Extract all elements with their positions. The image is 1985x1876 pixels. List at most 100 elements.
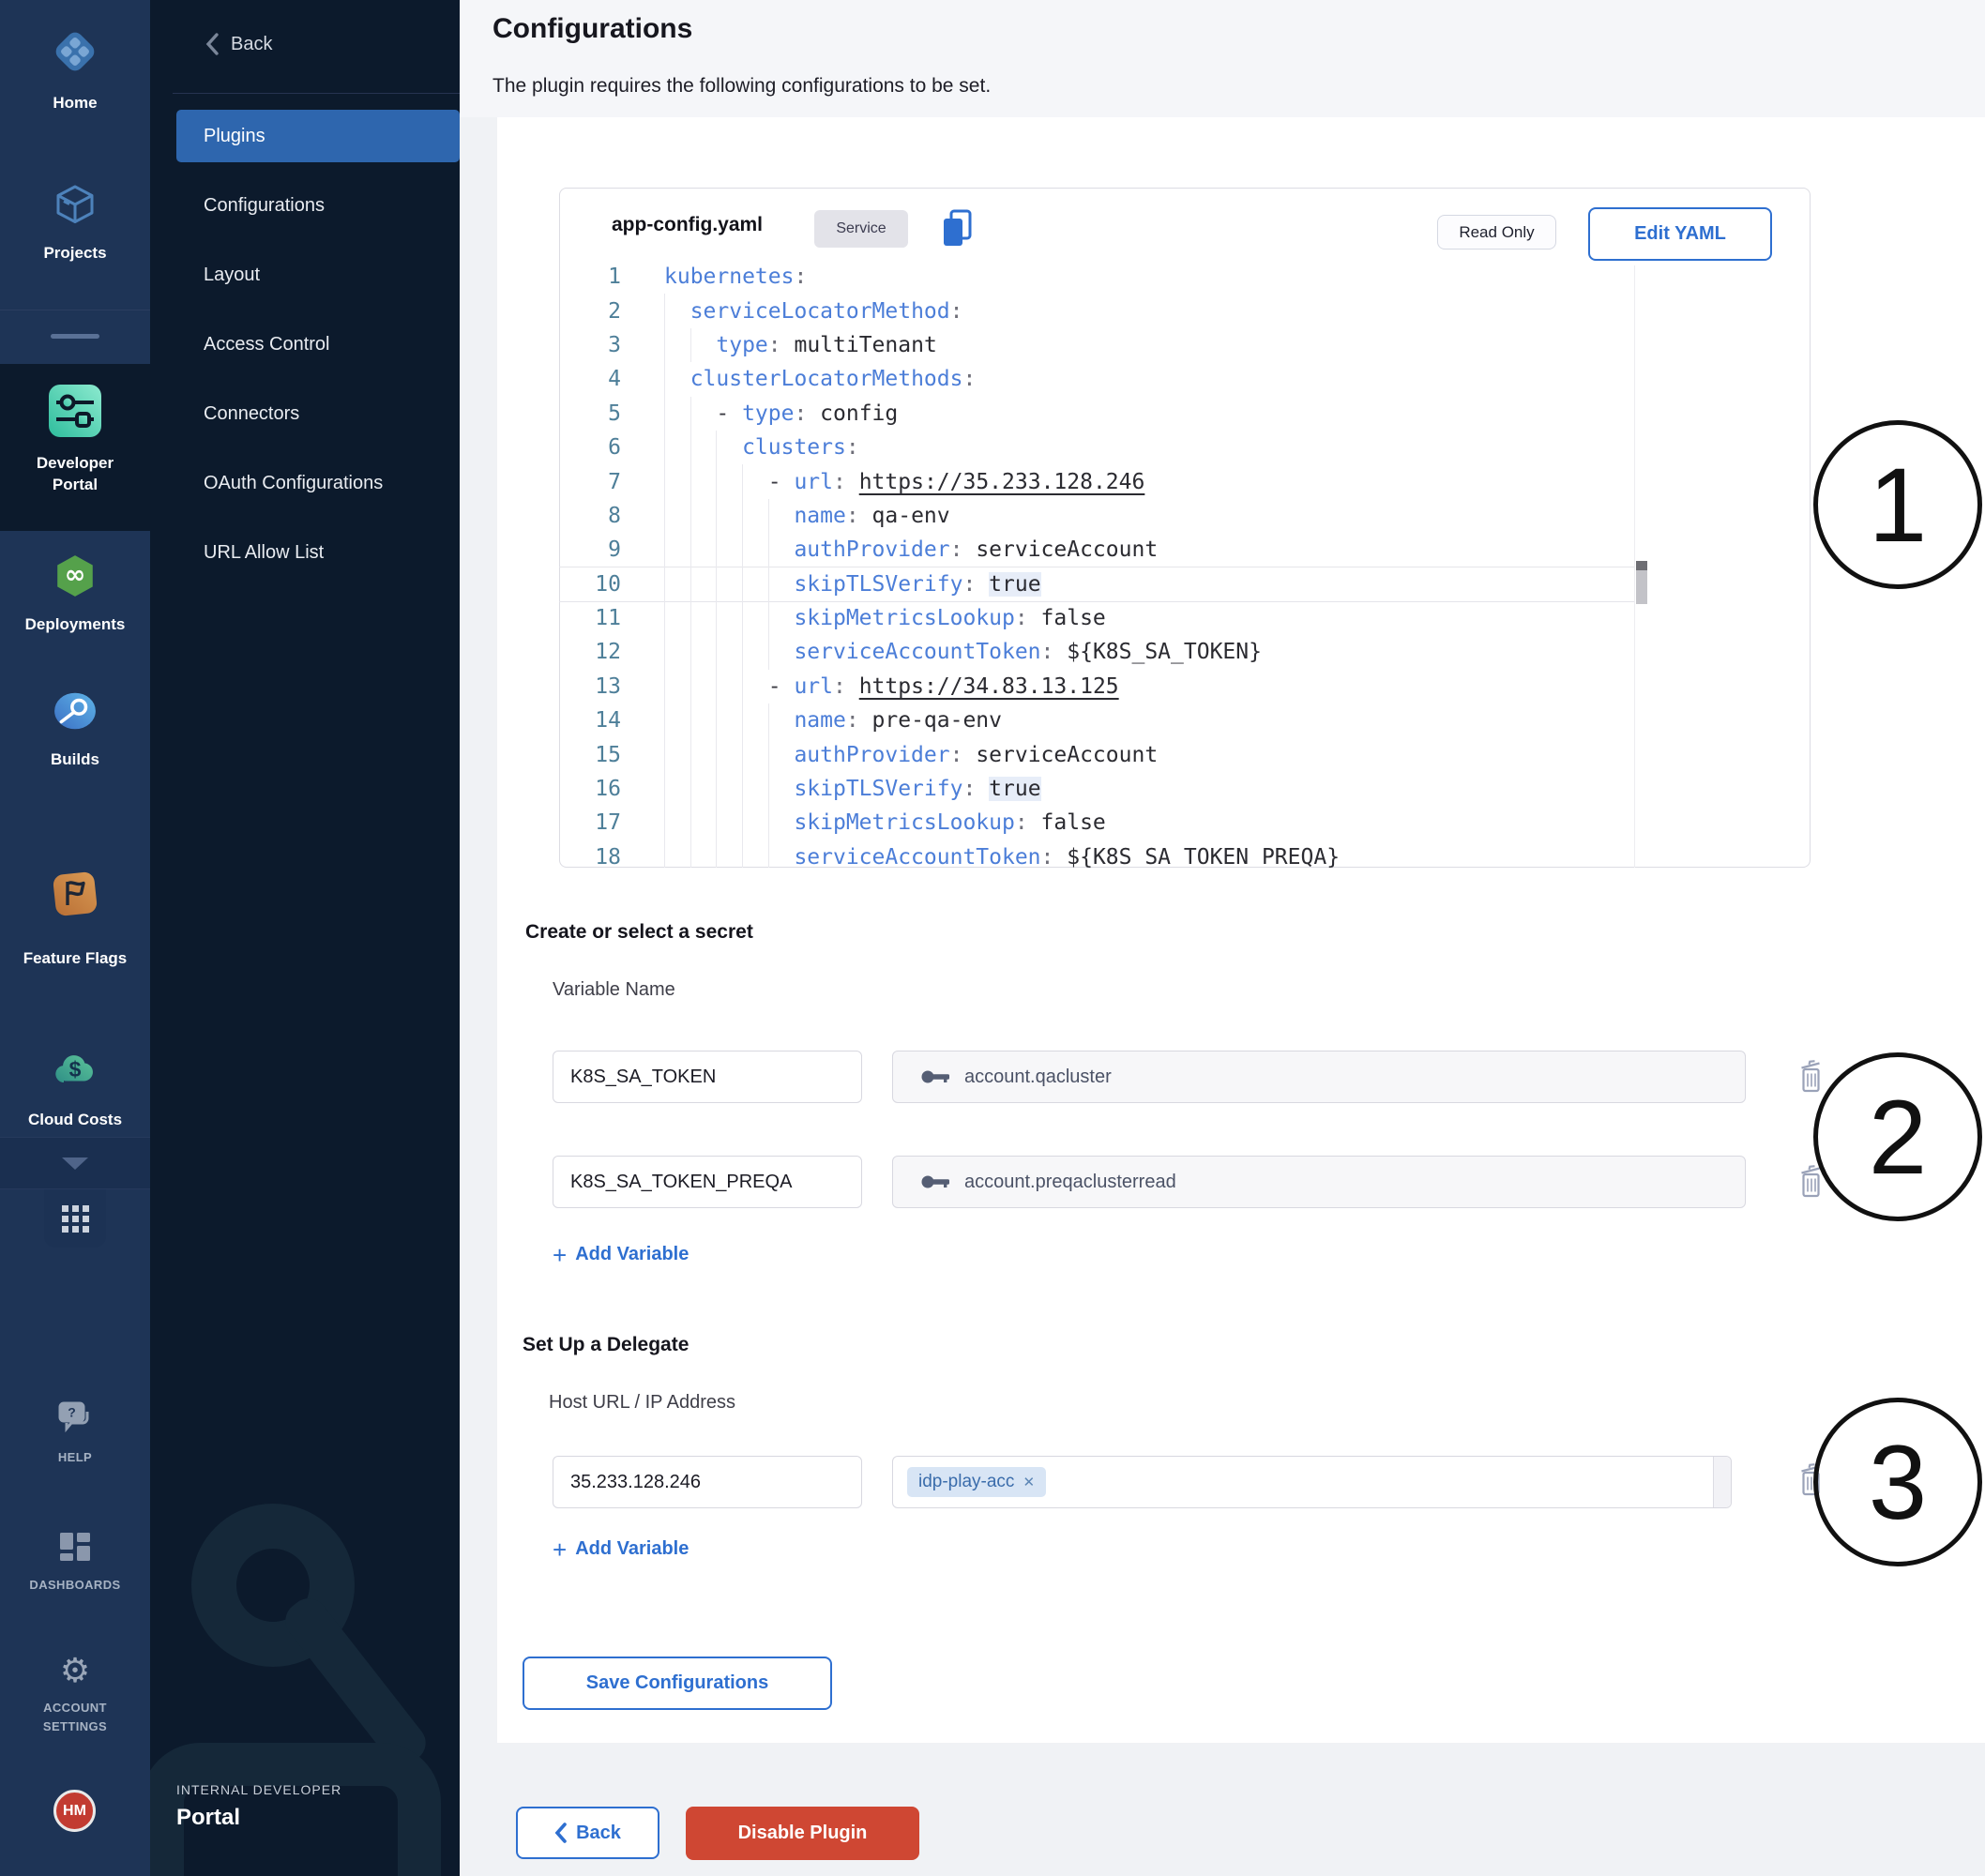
copy-icon[interactable] xyxy=(938,208,976,252)
nav-item-access-control[interactable]: Access Control xyxy=(176,318,460,371)
indent-guide xyxy=(690,464,717,498)
yaml-dash: - xyxy=(716,401,742,426)
yaml-colon: : xyxy=(833,470,859,494)
delegate-tags-field[interactable]: idp-play-acc ✕ xyxy=(892,1456,1732,1508)
yaml-key: skipMetricsLookup xyxy=(794,606,1014,630)
back-link[interactable]: Back xyxy=(205,32,272,56)
sidebar-collapse-handle[interactable] xyxy=(51,334,99,339)
secret-picker-field[interactable]: account.preqaclusterread xyxy=(892,1156,1746,1208)
yaml-colon: : xyxy=(833,674,859,699)
indent-guide xyxy=(768,840,795,868)
indent-guide xyxy=(768,772,795,806)
indent-guide xyxy=(716,772,742,806)
sidebar-item-projects[interactable]: Projects xyxy=(0,174,150,268)
annotation-circle-2: 2 xyxy=(1813,1052,1982,1221)
code-line-6: 6clusters: xyxy=(559,431,1634,464)
portal-footer-eyebrow: INTERNAL DEVELOPER xyxy=(176,1782,341,1797)
module-switcher-button[interactable] xyxy=(44,1189,106,1248)
trash-icon[interactable] xyxy=(1797,1058,1826,1098)
indent-guide xyxy=(742,567,768,601)
sidebar-item-account-settings[interactable]: ⚙ ACCOUNT SETTINGS xyxy=(0,1653,150,1750)
indent-guide xyxy=(664,294,690,327)
yaml-key: url xyxy=(794,674,833,699)
yaml-value: pre-qa-env xyxy=(872,708,1002,733)
line-number: 15 xyxy=(559,743,621,767)
indent-guide xyxy=(716,464,742,498)
yaml-colon: : xyxy=(794,401,820,426)
nav-item-oauth-configurations[interactable]: OAuth Configurations xyxy=(176,457,460,509)
yaml-colon: : xyxy=(846,708,872,733)
sidebar-label-developer-portal: Developer Portal xyxy=(23,453,127,496)
indent-guide xyxy=(768,499,795,533)
chip-remove-icon[interactable]: ✕ xyxy=(1023,1474,1035,1490)
indent-guide xyxy=(664,840,690,868)
sidebar-label-projects: Projects xyxy=(43,243,106,265)
indent-guide xyxy=(742,464,768,498)
yaml-key: skipTLSVerify xyxy=(794,572,962,597)
yaml-value: ${K8S_SA_TOKEN_PREQA} xyxy=(1067,845,1340,868)
indent-guide xyxy=(690,397,717,431)
nav-item-layout[interactable]: Layout xyxy=(176,249,460,301)
line-number: 3 xyxy=(559,333,621,357)
delegate-tag-chip[interactable]: idp-play-acc ✕ xyxy=(907,1467,1046,1497)
indent-guide xyxy=(664,431,690,464)
indent-guide xyxy=(690,431,717,464)
sidebar-item-deployments[interactable]: ∞ Deployments xyxy=(0,546,150,640)
host-url-input[interactable] xyxy=(553,1456,862,1508)
line-number: 9 xyxy=(559,537,621,562)
yaml-key: type xyxy=(716,333,767,357)
indent-guide xyxy=(664,397,690,431)
code-line-17: 17skipMetricsLookup: false xyxy=(559,806,1634,840)
sidebar-item-cloud-costs[interactable]: $ Cloud Costs xyxy=(0,1039,150,1141)
back-link-label: Back xyxy=(231,34,272,55)
indent-guide xyxy=(664,772,690,806)
code-line-2: 2serviceLocatorMethod: xyxy=(559,294,1634,327)
page-subtitle: The plugin requires the following config… xyxy=(492,75,991,98)
read-only-badge: Read Only xyxy=(1437,215,1556,250)
back-button[interactable]: Back xyxy=(516,1807,659,1859)
sidebar-item-developer-portal[interactable]: Developer Portal xyxy=(0,364,150,531)
sidebar-label-help: HELP xyxy=(58,1448,92,1467)
yaml-code-editor[interactable]: 1kubernetes:2serviceLocatorMethod:3type:… xyxy=(559,265,1635,868)
add-variable-link-delegate[interactable]: + Add Variable xyxy=(553,1538,689,1560)
key-icon xyxy=(919,1067,951,1086)
user-avatar[interactable]: HM xyxy=(53,1790,96,1832)
delegate-tag-label: idp-play-acc xyxy=(918,1472,1014,1492)
indent-guide xyxy=(690,533,717,567)
indent-guide xyxy=(664,635,690,669)
secret-picker-field[interactable]: account.qacluster xyxy=(892,1051,1746,1103)
sidebar-more-modules-band[interactable] xyxy=(0,1137,150,1189)
cloud-costs-icon: $ xyxy=(52,1047,98,1098)
code-line-9: 9authProvider: serviceAccount xyxy=(559,533,1634,567)
indent-guide xyxy=(664,704,690,737)
nav-item-connectors[interactable]: Connectors xyxy=(176,387,460,440)
yaml-colon: : xyxy=(950,743,977,767)
yaml-value: https://34.83.13.125 xyxy=(859,674,1119,699)
editor-scrollbar-thumb[interactable] xyxy=(1636,570,1647,604)
nav-item-url-allow-list[interactable]: URL Allow List xyxy=(176,526,460,579)
sidebar-item-feature-flags[interactable]: Feature Flags xyxy=(0,863,150,977)
nav-item-configurations[interactable]: Configurations xyxy=(176,179,460,232)
indent-guide xyxy=(690,328,717,362)
indent-guide xyxy=(742,670,768,704)
sidebar-item-home[interactable]: Home xyxy=(0,15,150,118)
help-chat-icon: ? xyxy=(56,1399,94,1440)
portal-footer-title: Portal xyxy=(176,1805,240,1831)
nav-item-plugins[interactable]: Plugins xyxy=(176,110,460,162)
sidebar-item-help[interactable]: ? HELP xyxy=(0,1399,150,1473)
indent-guide xyxy=(664,533,690,567)
variable-name-input[interactable] xyxy=(553,1051,862,1103)
edit-yaml-button[interactable]: Edit YAML xyxy=(1588,207,1772,261)
disable-plugin-button[interactable]: Disable Plugin xyxy=(686,1807,919,1860)
page-title: Configurations xyxy=(492,13,692,45)
save-configurations-button[interactable]: Save Configurations xyxy=(523,1657,832,1710)
indent-guide xyxy=(716,567,742,601)
sidebar-item-dashboards[interactable]: DASHBOARDS xyxy=(0,1531,150,1598)
variable-name-input[interactable] xyxy=(553,1156,862,1208)
indent-guide xyxy=(768,737,795,771)
yaml-colon: : xyxy=(962,572,989,597)
sidebar-item-builds[interactable]: Builds xyxy=(0,681,150,775)
indent-guide xyxy=(742,772,768,806)
add-variable-link-secret[interactable]: + Add Variable xyxy=(553,1244,689,1265)
variable-name-label: Variable Name xyxy=(553,979,675,1001)
